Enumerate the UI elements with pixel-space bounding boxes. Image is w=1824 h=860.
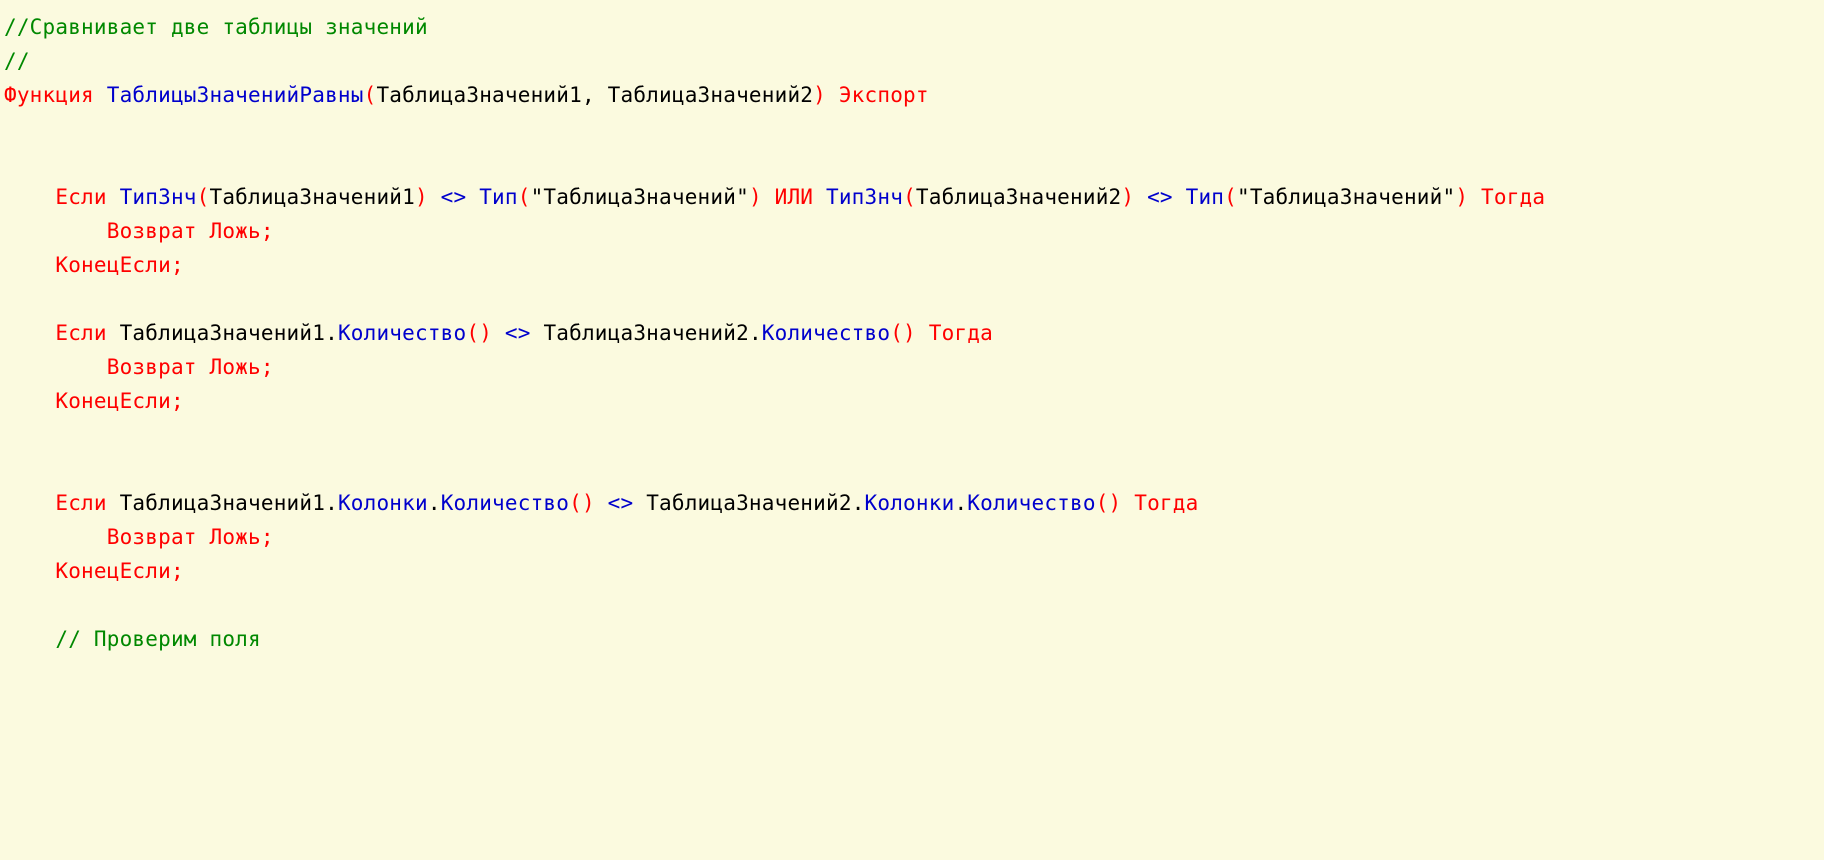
code-ident: ТаблицаЗначений2 bbox=[543, 321, 749, 345]
code-text bbox=[107, 185, 120, 209]
code-punct: ( bbox=[903, 185, 916, 209]
code-method: Тип bbox=[479, 185, 518, 209]
code-method: Тип bbox=[1186, 185, 1225, 209]
code-text bbox=[107, 321, 120, 345]
code-text bbox=[826, 83, 839, 107]
code-indent bbox=[4, 525, 107, 549]
code-punct: . bbox=[325, 491, 338, 515]
code-indent bbox=[4, 627, 55, 651]
code-comment: //Сравнивает две таблицы значений bbox=[4, 15, 428, 39]
code-indent bbox=[4, 219, 107, 243]
code-punct: ) bbox=[415, 185, 428, 209]
code-keyword: Функция bbox=[4, 83, 94, 107]
code-punct: ( bbox=[518, 185, 531, 209]
code-punct: . bbox=[852, 491, 865, 515]
code-method: Количество bbox=[338, 321, 466, 345]
code-punct: ) bbox=[813, 83, 826, 107]
code-keyword: Тогда bbox=[1481, 185, 1545, 209]
code-keyword: Экспорт bbox=[839, 83, 929, 107]
code-indent bbox=[4, 253, 55, 277]
code-return: Возврат Ложь; bbox=[107, 219, 274, 243]
code-keyword: ИЛИ bbox=[762, 185, 826, 209]
code-endif: КонецЕсли; bbox=[55, 253, 183, 277]
code-indent bbox=[4, 321, 55, 345]
code-method: ТипЗнч bbox=[826, 185, 903, 209]
code-method: ТипЗнч bbox=[120, 185, 197, 209]
code-endif: КонецЕсли; bbox=[55, 559, 183, 583]
code-keyword: Если bbox=[55, 491, 106, 515]
code-punct: ( bbox=[197, 185, 210, 209]
code-text bbox=[916, 321, 929, 345]
code-method: Колонки bbox=[338, 491, 428, 515]
code-comment: // Проверим поля bbox=[55, 627, 261, 651]
code-keyword: Если bbox=[55, 185, 106, 209]
code-punct: . bbox=[749, 321, 762, 345]
code-text bbox=[107, 491, 120, 515]
code-method: Количество bbox=[762, 321, 890, 345]
code-ident: ТаблицаЗначений1 bbox=[120, 491, 326, 515]
code-method: Колонки bbox=[865, 491, 955, 515]
code-op: <> bbox=[595, 491, 646, 515]
code-punct: () bbox=[890, 321, 916, 345]
code-punct: () bbox=[1096, 491, 1122, 515]
code-keyword: Тогда bbox=[1134, 491, 1198, 515]
code-text bbox=[1468, 185, 1481, 209]
code-ident: ТаблицаЗначений2 bbox=[916, 185, 1122, 209]
code-op: <> bbox=[492, 321, 543, 345]
code-method: ТаблицыЗначенийРавны bbox=[107, 83, 364, 107]
code-block: //Сравнивает две таблицы значений // Фун… bbox=[0, 0, 1824, 666]
code-punct: ( bbox=[1224, 185, 1237, 209]
code-punct: . bbox=[325, 321, 338, 345]
code-indent bbox=[4, 559, 55, 583]
code-string: "ТаблицаЗначений" bbox=[531, 185, 749, 209]
code-ident: ТаблицаЗначений2 bbox=[646, 491, 852, 515]
code-keyword: Тогда bbox=[929, 321, 993, 345]
code-keyword: Если bbox=[55, 321, 106, 345]
code-op: <> bbox=[1134, 185, 1185, 209]
code-text bbox=[94, 83, 107, 107]
code-indent bbox=[4, 491, 55, 515]
code-punct: () bbox=[466, 321, 492, 345]
code-indent bbox=[4, 355, 107, 379]
code-op: <> bbox=[428, 185, 479, 209]
code-punct: . bbox=[428, 491, 441, 515]
code-punct: ) bbox=[749, 185, 762, 209]
code-args: ТаблицаЗначений1, ТаблицаЗначений2 bbox=[376, 83, 813, 107]
code-return: Возврат Ложь; bbox=[107, 355, 274, 379]
code-indent bbox=[4, 389, 55, 413]
code-punct: ) bbox=[1121, 185, 1134, 209]
code-punct: () bbox=[569, 491, 595, 515]
code-string: "ТаблицаЗначений" bbox=[1237, 185, 1455, 209]
code-punct: . bbox=[954, 491, 967, 515]
code-endif: КонецЕсли; bbox=[55, 389, 183, 413]
code-indent bbox=[4, 185, 55, 209]
code-punct: ) bbox=[1455, 185, 1468, 209]
code-punct: ( bbox=[364, 83, 377, 107]
code-comment: // bbox=[4, 49, 30, 73]
code-method: Количество bbox=[441, 491, 569, 515]
code-return: Возврат Ложь; bbox=[107, 525, 274, 549]
code-method: Количество bbox=[967, 491, 1095, 515]
code-ident: ТаблицаЗначений1 bbox=[210, 185, 416, 209]
code-text bbox=[1121, 491, 1134, 515]
code-ident: ТаблицаЗначений1 bbox=[120, 321, 326, 345]
